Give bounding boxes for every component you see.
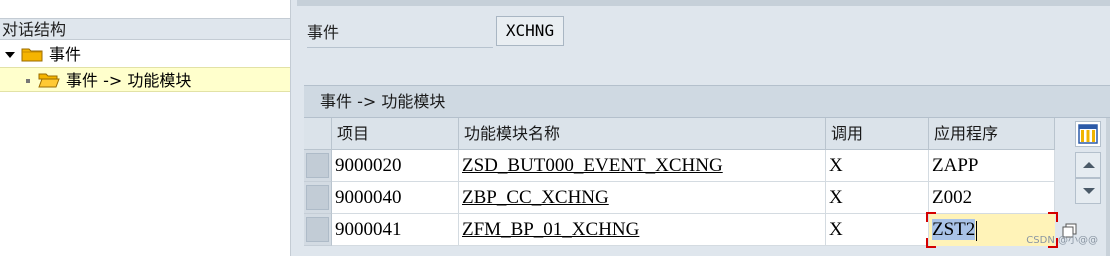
watermark: CSDN @小@@ [1026, 235, 1098, 246]
tree-node-event-function-module[interactable]: 事件 -> 功能模块 [0, 67, 290, 92]
focus-corner [1048, 212, 1058, 222]
focus-corner [926, 212, 936, 222]
item-cell[interactable]: 9000041 [332, 214, 459, 246]
column-header-item[interactable]: 项目 [332, 118, 459, 150]
scroll-down-button[interactable] [1075, 178, 1101, 204]
column-header-application[interactable]: 应用程序 [929, 118, 1055, 150]
function-module-link[interactable]: ZBP_CC_XCHNG [462, 187, 609, 208]
application-input-value[interactable]: ZST2 [932, 219, 976, 240]
tree-node-event-label: 事件 [49, 45, 82, 64]
application-cell[interactable]: ZAPP [929, 150, 1055, 182]
dialog-structure-panel: 对话结构 事件 事件 -> 功能模块 [0, 0, 291, 256]
vertical-scrollbar[interactable] [1106, 118, 1110, 256]
folder-icon [21, 48, 43, 62]
bullet-icon [26, 79, 30, 83]
row-selector[interactable] [304, 182, 332, 214]
select-all-header[interactable] [304, 118, 332, 150]
function-module-cell[interactable]: ZFM_BP_01_XCHNG [459, 214, 826, 246]
function-module-link[interactable]: ZSD_BUT000_EVENT_XCHNG [462, 155, 723, 176]
item-cell[interactable]: 9000040 [332, 182, 459, 214]
call-cell[interactable]: X [826, 214, 929, 246]
tree-node-event[interactable]: 事件 [0, 42, 290, 67]
call-cell[interactable]: X [826, 150, 929, 182]
open-folder-icon [38, 73, 60, 88]
event-field-label: 事件 [307, 19, 493, 48]
text-caret [976, 220, 978, 241]
call-cell[interactable]: X [826, 182, 929, 214]
function-module-link[interactable]: ZFM_BP_01_XCHNG [462, 219, 639, 240]
triangle-down-icon[interactable] [5, 52, 15, 58]
column-header-function-module[interactable]: 功能模块名称 [459, 118, 826, 150]
row-selector[interactable] [304, 214, 332, 246]
dialog-structure-title: 对话结构 [0, 18, 290, 40]
top-divider [297, 0, 1110, 6]
table-settings-icon [1078, 124, 1098, 144]
detail-panel: 事件 XCHNG 事件 -> 功能模块 项目 功能模块名称 调用 应用程序 90… [297, 0, 1110, 256]
item-cell[interactable]: 9000020 [332, 150, 459, 182]
tree-node-event-function-module-label: 事件 -> 功能模块 [66, 71, 192, 90]
table-settings-button[interactable] [1075, 121, 1101, 147]
event-field[interactable]: XCHNG [496, 16, 564, 46]
scroll-up-button[interactable] [1075, 152, 1101, 178]
application-cell[interactable]: Z002 [929, 182, 1055, 214]
arrow-up-icon [1083, 162, 1095, 168]
function-module-cell[interactable]: ZBP_CC_XCHNG [459, 182, 826, 214]
table-title: 事件 -> 功能模块 [304, 85, 1110, 118]
arrow-down-icon [1083, 188, 1095, 194]
row-selector[interactable] [304, 150, 332, 182]
column-header-call[interactable]: 调用 [826, 118, 929, 150]
focus-corner [926, 238, 936, 248]
function-module-cell[interactable]: ZSD_BUT000_EVENT_XCHNG [459, 150, 826, 182]
